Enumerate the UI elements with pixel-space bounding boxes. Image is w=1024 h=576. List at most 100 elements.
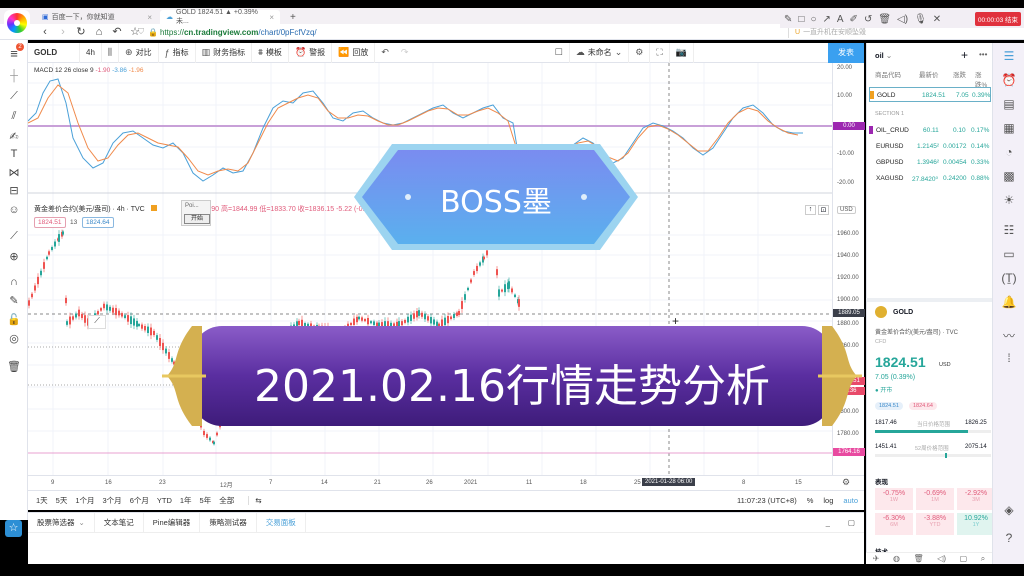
trash-icon[interactable]: 🗑 <box>0 360 28 373</box>
maximize-pane-button[interactable]: ⊡ <box>818 205 829 215</box>
text-tool-icon[interactable]: T <box>0 148 28 160</box>
help-icon[interactable]: ? <box>993 531 1024 545</box>
close-tab-icon[interactable]: × <box>147 13 152 22</box>
range-6m[interactable]: 6个月 <box>130 495 149 506</box>
brush-icon[interactable]: ✍ <box>0 130 28 143</box>
column-header[interactable]: 涨跌% <box>975 69 992 89</box>
window-icon[interactable]: ▢ <box>960 554 968 563</box>
detail-description[interactable]: 黄金差价合约(美元/盎司) · TVC <box>875 327 958 336</box>
redo-button[interactable]: ↷ <box>395 43 415 63</box>
speaker-icon[interactable]: ◁) <box>897 14 908 25</box>
range-ytd[interactable]: YTD <box>157 496 172 505</box>
section-header[interactable]: SECTION 1 <box>875 111 904 117</box>
undo-button[interactable]: ↶ <box>375 43 395 63</box>
range-3m[interactable]: 3个月 <box>103 495 122 506</box>
close-icon[interactable]: ✕ <box>933 14 941 25</box>
more-icon[interactable]: ••• <box>979 50 987 59</box>
ruler-icon[interactable]: ⟋ <box>0 230 28 243</box>
eye-icon[interactable]: ◎ <box>0 332 28 345</box>
text-icon[interactable]: A <box>837 14 844 25</box>
screenshot-button[interactable]: 📷 <box>670 42 694 63</box>
close-tab-icon[interactable]: × <box>269 13 274 22</box>
watchlist-icon[interactable]: ☰ <box>993 49 1024 63</box>
add-symbol-button[interactable]: + <box>961 48 968 62</box>
range-1m[interactable]: 1个月 <box>75 495 94 506</box>
time-axis[interactable]: 9 16 23 12月 7 14 21 26 2021 11 18 25 8 1… <box>28 475 864 490</box>
layout-name-button[interactable]: ☁ 未命名 ⌄ <box>570 42 630 63</box>
range-1y[interactable]: 1年 <box>180 495 192 506</box>
settings-button[interactable]: ⚙ <box>629 42 651 63</box>
tab-text-notes[interactable]: 文本笔记 <box>95 513 144 532</box>
chats-icon[interactable]: ☷ <box>993 223 1024 237</box>
log-toggle[interactable]: log <box>823 496 833 505</box>
ideas-lightbulb-icon[interactable]: ☀ <box>993 193 1024 207</box>
series-title[interactable]: 黄金差价合约(美元/盎司) · 4h · TVC <box>34 206 145 213</box>
streams-icon[interactable]: (Ṯ) <box>993 271 1024 285</box>
calendar-icon[interactable]: ▩ <box>993 169 1024 183</box>
clock[interactable]: 11:07:23 (UTC+8) <box>737 496 797 505</box>
calendar-list-icon[interactable]: ▦ <box>993 121 1024 135</box>
snapshot-icon[interactable]: ◍ <box>893 554 900 563</box>
pattern-icon[interactable]: ⋈ <box>0 166 28 179</box>
range-5d[interactable]: 5天 <box>56 495 68 506</box>
search-icon[interactable]: ⌕ <box>981 554 985 564</box>
lock-drawing-icon[interactable]: ✎ <box>0 294 28 307</box>
symbol-search-button[interactable]: GOLD <box>28 42 80 63</box>
microphone-icon[interactable]: 🎙 <box>914 14 927 25</box>
buy-price-button[interactable]: 1824.64 <box>82 217 114 228</box>
delete-icon[interactable]: 🗑 <box>914 554 924 563</box>
replay-button[interactable]: ⏪ 回放 <box>332 42 376 63</box>
undo-close-icon[interactable]: ↶ <box>112 25 122 38</box>
crosshair-icon[interactable]: ┼ <box>0 70 28 82</box>
zoom-in-icon[interactable]: ⊕ <box>0 250 28 263</box>
browser-logo[interactable] <box>4 10 30 36</box>
currency-button[interactable]: USD <box>837 206 856 214</box>
minimize-panel-button[interactable]: _ <box>817 513 839 532</box>
goto-date-icon[interactable]: ⇆ <box>248 496 262 505</box>
tab-strategy-tester[interactable]: 策略测试器 <box>200 513 257 532</box>
measure-icon[interactable]: ⊟ <box>0 184 28 197</box>
reload-icon[interactable]: ↻ <box>76 25 86 38</box>
start-button[interactable]: 开始 <box>184 214 210 224</box>
maximize-panel-button[interactable]: ▢ <box>839 513 864 532</box>
arrow-icon[interactable]: ↗ <box>822 14 830 25</box>
magnet-icon[interactable]: ∩ <box>0 276 28 288</box>
column-header[interactable]: 商品代码 <box>875 69 901 79</box>
notifications-bell-icon[interactable]: 🔔 <box>993 295 1024 309</box>
pencil-icon[interactable]: ✎ <box>784 14 792 25</box>
chart-settings-icon[interactable]: ⚙ <box>842 477 850 488</box>
layout-toggle-button[interactable]: ☐ <box>549 42 570 63</box>
trend-line-icon[interactable]: ⟋ <box>0 90 28 103</box>
back-icon[interactable]: ‹ <box>40 26 50 38</box>
interval-button[interactable]: 4h <box>80 42 102 63</box>
news-icon[interactable]: ▤ <box>993 97 1024 111</box>
pin-icon[interactable]: ✈ <box>873 554 880 563</box>
publish-button[interactable]: 发表 <box>827 42 864 63</box>
compare-button[interactable]: ⊕ 对比 <box>119 42 159 63</box>
order-panel-icon[interactable]: ⁞ <box>993 351 1024 365</box>
address-bar[interactable]: ⛉ 🔒 https://cn.tradingview.com/chart/0pF… <box>138 26 858 38</box>
layers-icon[interactable]: ◈ <box>993 503 1024 517</box>
home-icon[interactable]: ⌂ <box>94 26 104 38</box>
chart-type-button[interactable]: ⫼ <box>102 42 120 63</box>
trash-icon[interactable]: 🗑 <box>878 14 891 25</box>
range-5y[interactable]: 5年 <box>200 495 212 506</box>
watchlist-row[interactable]: XAGUSD 27.8420⁰ 0.24200 0.88% <box>869 171 991 186</box>
rectangle-icon[interactable]: □ <box>798 14 804 25</box>
templates-button[interactable]: ⩩ 模板 <box>252 42 289 63</box>
column-header[interactable]: 涨跌 <box>953 69 966 79</box>
hotlist-icon[interactable]: ◔ <box>993 145 1024 159</box>
stop-recording-button[interactable]: 00:00:03 结束 <box>974 12 1021 26</box>
fullscreen-button[interactable]: ⛶ <box>650 42 670 63</box>
menu-button[interactable]: ≡ 2 <box>0 43 28 61</box>
chat-icon[interactable]: ▭ <box>993 247 1024 261</box>
watchlist-name[interactable]: oil ⌄ <box>875 51 892 60</box>
trend-icon[interactable]: 〰 <box>993 327 1024 344</box>
forward-icon[interactable]: › <box>58 26 68 38</box>
financials-button[interactable]: ▥ 财务指标 <box>196 42 253 63</box>
range-all[interactable]: 全部 <box>219 495 234 506</box>
browser-tab-active[interactable]: ☁ GOLD 1824.51 ▲ +0.39% 未... × <box>160 9 280 25</box>
volume-icon[interactable]: ◁) <box>937 554 946 563</box>
undo-icon[interactable]: ↺ <box>864 14 872 25</box>
percent-toggle[interactable]: % <box>807 496 814 505</box>
